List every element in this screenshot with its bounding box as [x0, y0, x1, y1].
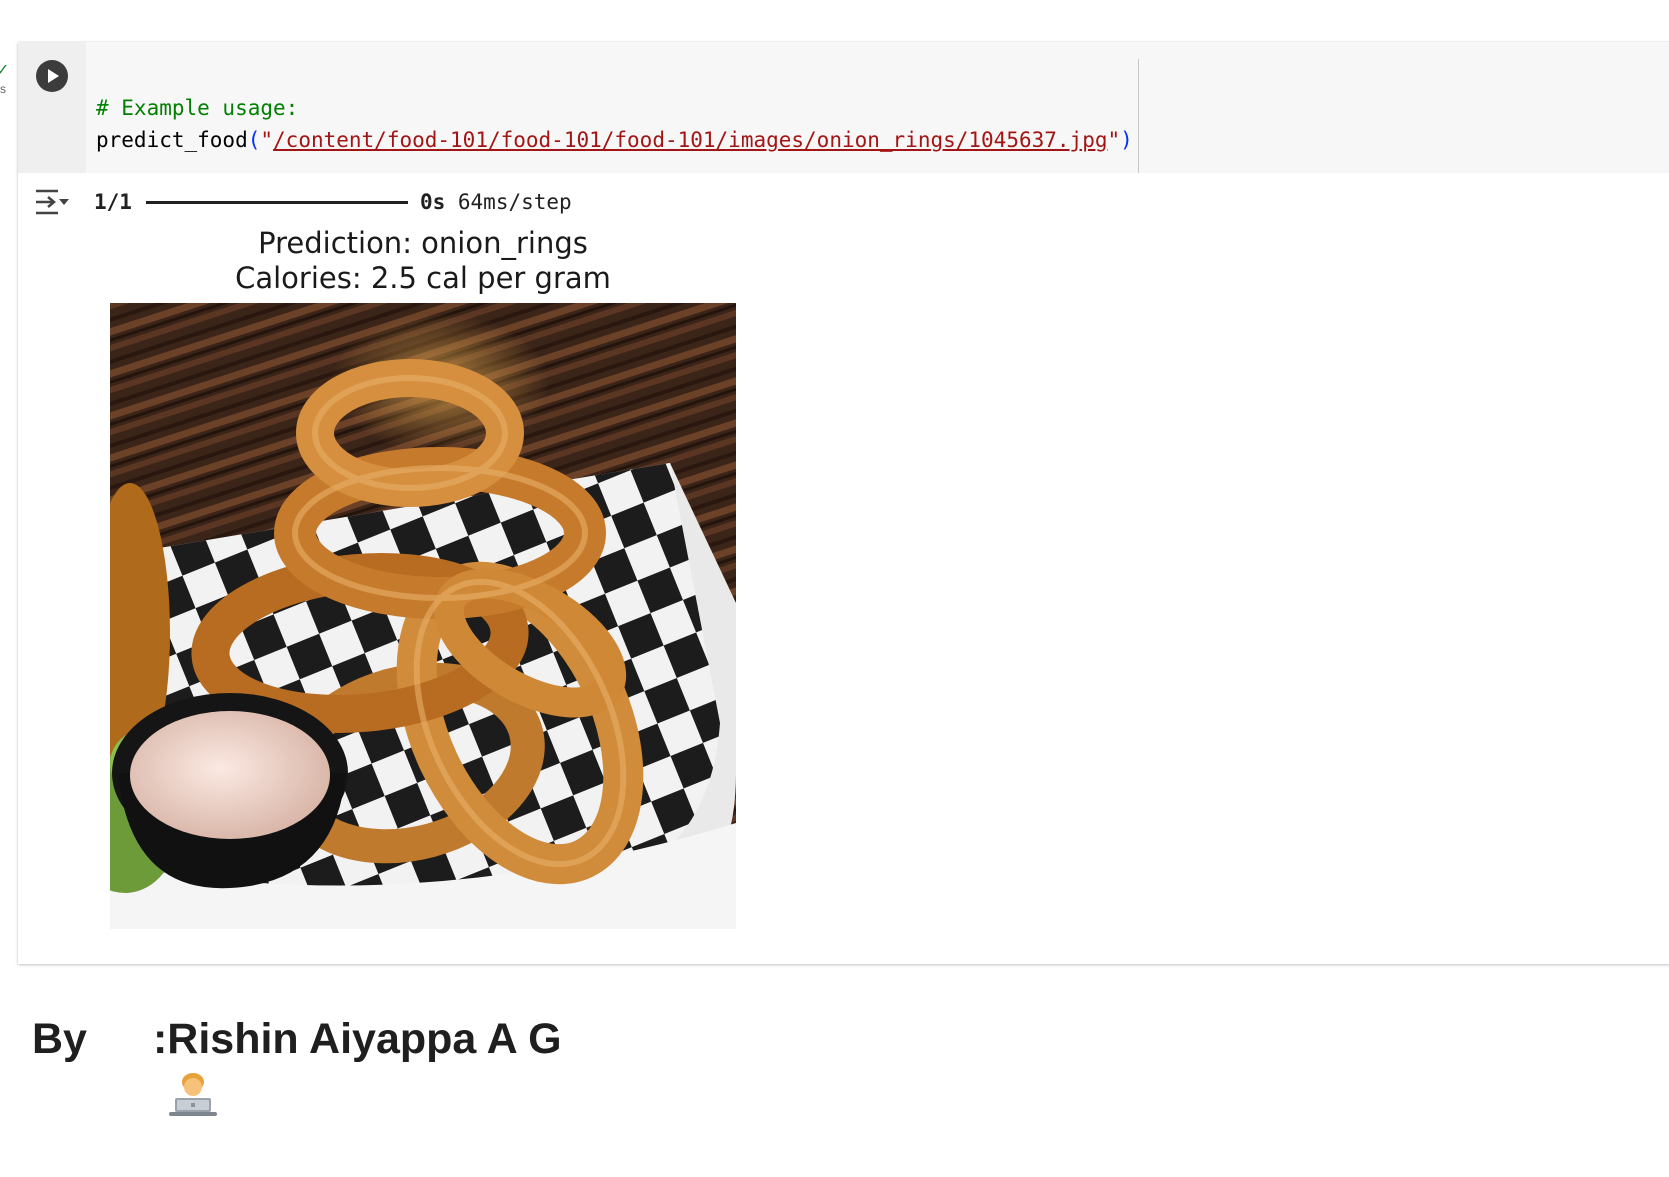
code-cell[interactable]: # Example usage: predict_food("/content/…: [18, 42, 1669, 964]
progress-line: 1/1 0s 64ms/step: [94, 187, 572, 217]
output-toggle-icon[interactable]: [32, 185, 74, 219]
onion-rings-photo: [110, 303, 736, 929]
progress-steps: 1/1: [94, 190, 132, 214]
cell-output: 1/1 0s 64ms/step Prediction: onion_rings …: [18, 173, 1669, 964]
code-open-paren: (: [247, 128, 261, 152]
technologist-emoji-icon: [95, 1014, 217, 1116]
notebook-page: ✓ s # Example usage: predict_food("/cont…: [0, 0, 1669, 1177]
code-editor[interactable]: # Example usage: predict_food("/content/…: [96, 92, 1133, 156]
plot-title: Prediction: onion_rings Calories: 2.5 ca…: [110, 226, 736, 296]
execution-time-fragment: s: [0, 82, 6, 96]
prediction-label: Prediction: onion_rings: [258, 226, 588, 260]
code-quote-open: ": [260, 128, 274, 152]
code-close-paren: ): [1120, 128, 1133, 152]
author-prefix: By: [32, 1015, 87, 1063]
code-area[interactable]: # Example usage: predict_food("/content/…: [18, 42, 1669, 173]
code-file-path-link[interactable]: /content/food-101/food-101/food-101/imag…: [273, 128, 1107, 152]
run-gutter: [18, 42, 86, 173]
author-name: :Rishin Aiyappa A G: [152, 1015, 562, 1063]
execution-status-check-icon: ✓: [0, 60, 10, 79]
progress-time: 0s: [419, 190, 446, 214]
code-function-name: predict_food: [96, 128, 248, 152]
code-quote-close: ": [1107, 128, 1121, 152]
calories-label: Calories: 2.5 cal per gram: [235, 261, 611, 295]
food-image: [110, 303, 736, 929]
editor-ruler: [1138, 59, 1139, 173]
code-comment: # Example usage:: [96, 96, 299, 120]
run-cell-button[interactable]: [36, 60, 68, 92]
progress-rate: 64ms/step: [457, 190, 572, 214]
author-heading: By :Rishin Aiyappa A G: [32, 1010, 562, 1116]
progress-bar: [145, 200, 408, 204]
